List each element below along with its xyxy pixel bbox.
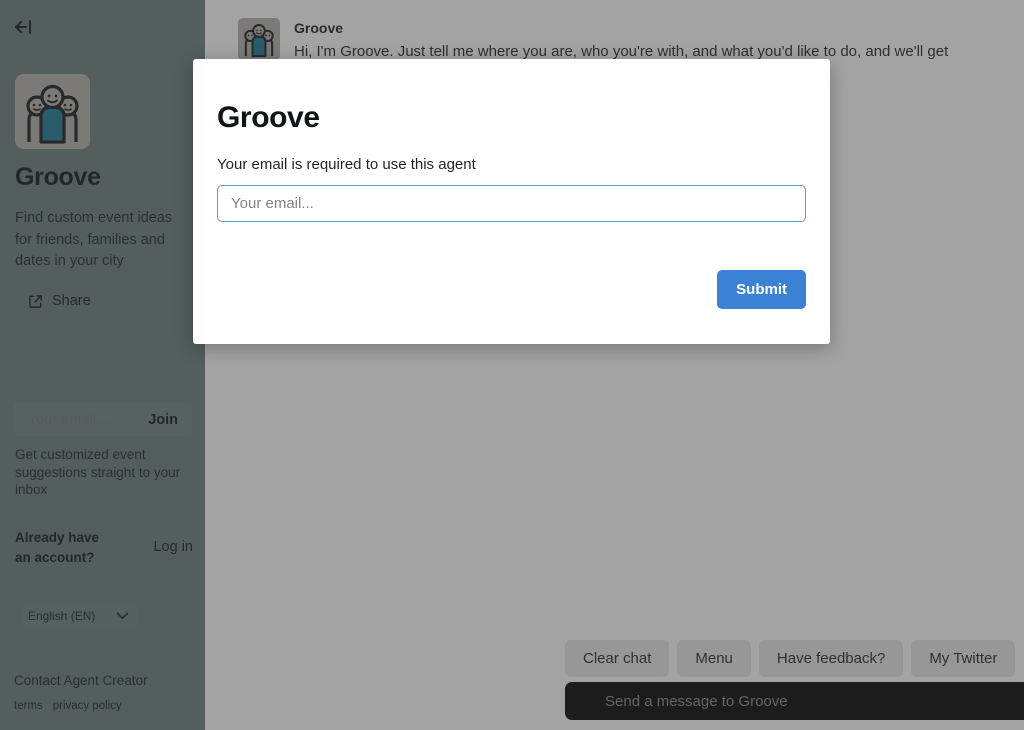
modal-subtitle: Your email is required to use this agent bbox=[217, 156, 476, 173]
email-required-modal: Groove Your email is required to use thi… bbox=[193, 59, 830, 344]
modal-email-input[interactable] bbox=[217, 185, 806, 222]
submit-button[interactable]: Submit bbox=[717, 270, 806, 309]
app-root: Groove Find custom event ideas for frien… bbox=[0, 0, 1024, 730]
modal-title: Groove bbox=[217, 101, 320, 134]
modal-actions: Submit bbox=[717, 270, 806, 309]
